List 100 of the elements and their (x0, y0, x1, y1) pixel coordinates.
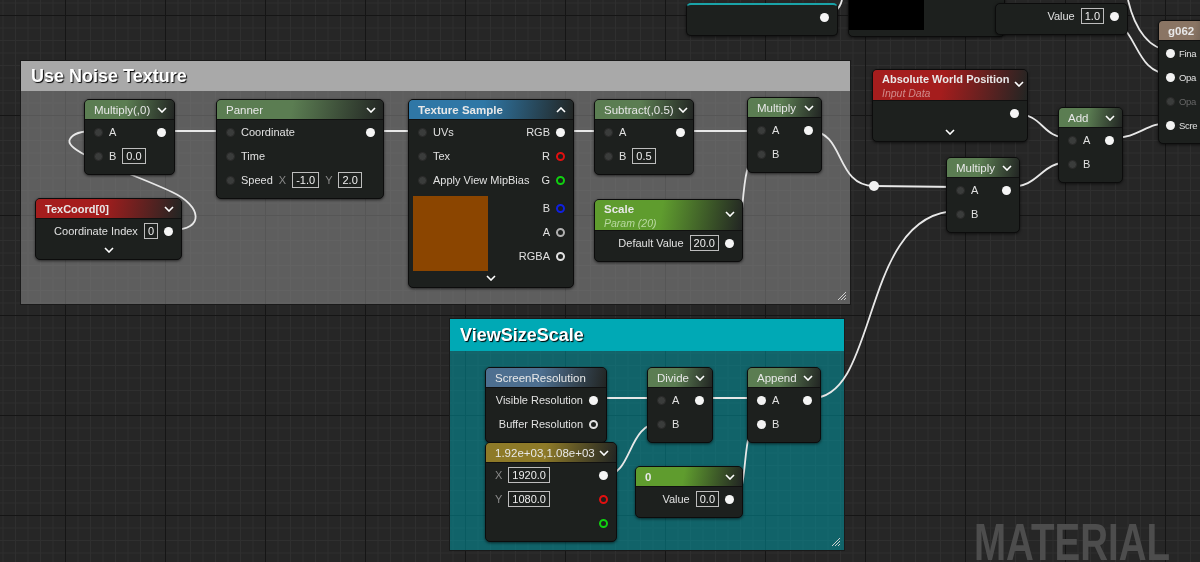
graph-node[interactable]: Texture Sample UVs RGB Tex R Apply View MipBias G B A RGBA (408, 99, 574, 288)
graph-node[interactable]: Add A B (1058, 107, 1123, 183)
input-pin[interactable] (1166, 96, 1175, 106)
graph-node[interactable] (686, 3, 838, 36)
graph-node[interactable]: Multiply A B (946, 157, 1020, 233)
output-pin[interactable] (589, 395, 598, 405)
input-pin[interactable] (418, 151, 427, 161)
input-pin[interactable] (1166, 48, 1175, 58)
value-field[interactable]: 0.0 (695, 491, 719, 507)
chevron-down-icon[interactable] (1002, 164, 1012, 171)
input-pin[interactable] (757, 125, 766, 135)
graph-node[interactable]: 1.92e+03,1.08e+03 X 1920.0 Y 1080.0 (485, 442, 617, 542)
chevron-down-icon[interactable] (1013, 81, 1024, 87)
output-pin[interactable] (556, 175, 565, 185)
output-pin[interactable] (366, 127, 375, 137)
output-pin[interactable] (556, 227, 565, 237)
chevron-down-icon[interactable] (366, 106, 376, 113)
node-title: g062 (1168, 24, 1195, 37)
output-pin[interactable] (1110, 11, 1119, 21)
graph-node[interactable]: Scale Param (20) Default Value 20.0 (594, 199, 743, 262)
resize-grip-icon[interactable] (837, 291, 847, 301)
graph-node[interactable]: ScreenResolution Visible Resolution Buffer Resolution (485, 367, 607, 443)
output-pin[interactable] (695, 395, 704, 405)
output-pin[interactable] (804, 125, 813, 135)
input-pin[interactable] (757, 419, 766, 429)
graph-watermark: MATERIAL (974, 512, 1170, 562)
value-field[interactable]: 2.0 (338, 172, 362, 188)
output-pin[interactable] (599, 470, 608, 480)
output-pin[interactable] (1010, 108, 1019, 118)
output-pin[interactable] (676, 127, 685, 137)
expand-chevron-icon[interactable] (103, 247, 114, 253)
input-pin[interactable] (1068, 159, 1077, 169)
graph-node[interactable]: Multiply A B (747, 97, 822, 173)
graph-node[interactable]: Subtract(,0.5) A B 0.5 (594, 99, 694, 175)
graph-node[interactable]: Value 1.0 (995, 3, 1128, 35)
output-pin[interactable] (725, 494, 734, 504)
input-pin[interactable] (418, 175, 427, 185)
resize-grip-icon[interactable] (831, 537, 841, 547)
output-pin[interactable] (1105, 135, 1114, 145)
value-field[interactable]: 20.0 (689, 235, 719, 251)
pin-label: A (1083, 134, 1091, 146)
input-pin[interactable] (657, 395, 666, 405)
chevron-down-icon[interactable] (1105, 114, 1115, 121)
pin-label: Apply View MipBias (433, 174, 530, 186)
chevron-down-icon[interactable] (157, 106, 167, 113)
value-field[interactable]: -1.0 (292, 172, 320, 188)
input-pin[interactable] (226, 151, 235, 161)
chevron-down-icon[interactable] (599, 449, 609, 456)
expand-chevron-icon[interactable] (486, 275, 496, 281)
input-pin[interactable] (657, 419, 666, 429)
input-pin[interactable] (1166, 72, 1175, 82)
chevron-down-icon[interactable] (803, 374, 813, 381)
input-pin[interactable] (1166, 120, 1175, 130)
input-pin[interactable] (94, 127, 103, 137)
input-pin[interactable] (94, 151, 103, 161)
input-pin[interactable] (226, 175, 235, 185)
output-pin[interactable] (164, 226, 173, 236)
chevron-down-icon[interactable] (677, 106, 688, 113)
graph-node[interactable]: Multiply(,0) A B 0.0 (84, 99, 175, 175)
graph-node[interactable]: TexCoord[0] Coordinate Index 0 (35, 198, 182, 260)
output-pin[interactable] (820, 12, 829, 22)
graph-node[interactable]: 0 Value 0.0 (635, 466, 743, 518)
output-pin[interactable] (1002, 185, 1011, 195)
graph-node[interactable]: Panner Coordinate Time Speed X -1.0 Y 2.0 (216, 99, 384, 199)
chevron-down-icon[interactable] (695, 374, 705, 381)
value-field[interactable]: 1080.0 (508, 491, 550, 507)
output-pin[interactable] (556, 127, 565, 137)
chevron-down-icon[interactable] (164, 205, 174, 212)
graph-node[interactable]: Absolute World Position Input Data (872, 69, 1028, 142)
reroute-node[interactable] (869, 181, 879, 191)
value-field[interactable]: 1.0 (1080, 8, 1104, 24)
value-field[interactable]: 0.0 (122, 148, 146, 164)
node-title: Divide (657, 371, 689, 384)
chevron-down-icon[interactable] (725, 473, 735, 480)
input-pin[interactable] (604, 127, 613, 137)
input-pin[interactable] (604, 151, 613, 161)
graph-node[interactable]: Divide A B (647, 367, 713, 443)
output-pin[interactable] (157, 127, 166, 137)
comment-title: Use Noise Texture (21, 61, 850, 91)
value-field[interactable]: 1920.0 (508, 467, 550, 483)
input-pin[interactable] (956, 185, 965, 195)
input-pin[interactable] (956, 209, 965, 219)
value-field[interactable]: 0.5 (632, 148, 656, 164)
value-field[interactable]: 0 (143, 223, 158, 239)
node-title: 0 (645, 470, 652, 483)
input-pin[interactable] (418, 127, 427, 137)
input-pin[interactable] (757, 395, 766, 405)
output-pin[interactable] (803, 395, 812, 405)
graph-node[interactable]: Append A B (747, 367, 821, 443)
node-title: 1.92e+03,1.08e+03 (495, 446, 595, 459)
input-pin[interactable] (757, 149, 766, 159)
pin-label: UVs (433, 126, 454, 138)
expand-chevron-icon[interactable] (945, 129, 955, 135)
chevron-down-icon[interactable] (804, 104, 814, 111)
chevron-down-icon[interactable] (725, 211, 735, 217)
input-pin[interactable] (1068, 135, 1077, 145)
chevron-up-icon[interactable] (556, 106, 566, 113)
output-pin[interactable] (599, 518, 608, 528)
output-pin[interactable] (725, 238, 734, 248)
input-pin[interactable] (226, 127, 235, 137)
